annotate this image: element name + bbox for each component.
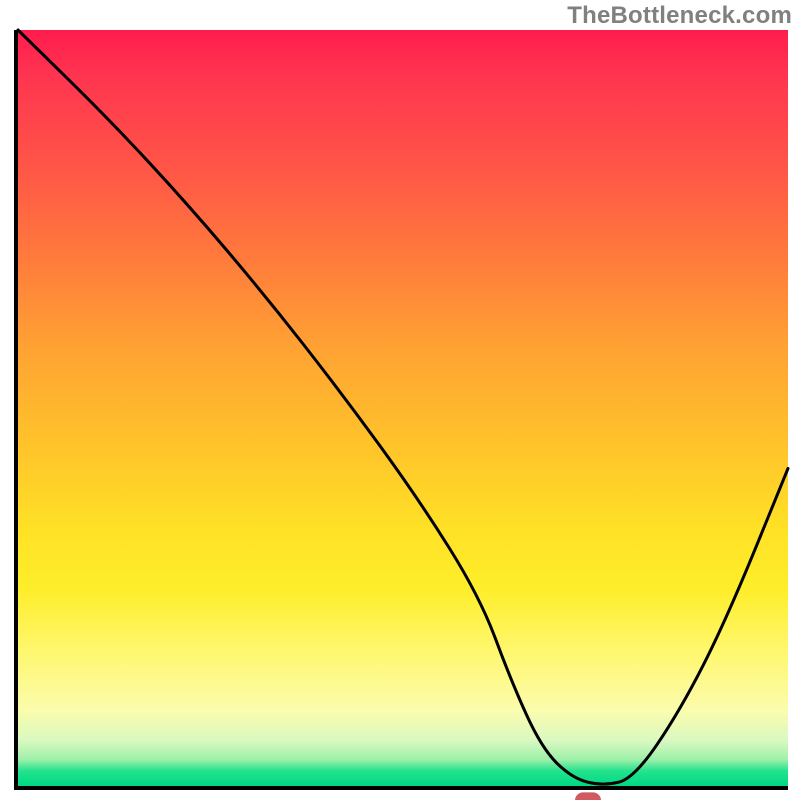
optimal-point-marker	[575, 792, 601, 800]
watermark-text: TheBottleneck.com	[567, 2, 792, 30]
curve-svg	[18, 30, 788, 786]
plot-area	[14, 30, 788, 790]
bottleneck-curve-path	[18, 30, 788, 784]
bottleneck-chart: TheBottleneck.com	[0, 0, 800, 800]
